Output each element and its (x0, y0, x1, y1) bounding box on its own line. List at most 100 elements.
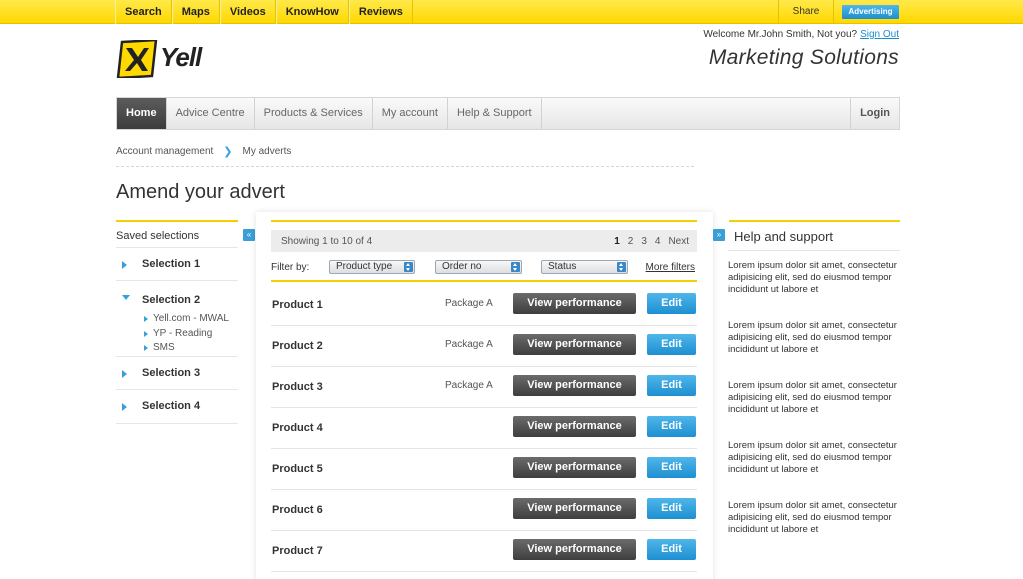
pagination: 1 2 3 4 Next (606, 236, 689, 247)
product-name: Product 7 (272, 545, 323, 557)
edit-button[interactable]: Edit (647, 334, 696, 355)
product-name: Product 6 (272, 504, 323, 516)
sub-item[interactable]: SMS (142, 342, 238, 357)
divider (729, 220, 900, 222)
welcome-text: Welcome Mr.John Smith, Not you? (703, 29, 858, 40)
utility-link-maps[interactable]: Maps (171, 0, 220, 24)
edit-button[interactable]: Edit (647, 539, 696, 560)
page-2[interactable]: 2 (628, 236, 634, 247)
filter-label: Filter by: (271, 262, 310, 273)
nav-products-services[interactable]: Products & Services (255, 98, 373, 129)
selection-label: Selection 1 (142, 258, 201, 270)
expand-help-button[interactable]: » (713, 229, 725, 241)
view-performance-button[interactable]: View performance (513, 498, 636, 519)
next-page-link[interactable]: Next (668, 236, 689, 247)
view-performance-button[interactable]: View performance (513, 293, 636, 314)
utility-link-search[interactable]: Search (115, 0, 172, 24)
product-name: Product 1 (272, 299, 323, 311)
selection-label: Selection 4 (142, 400, 201, 412)
site-title: Marketing Solutions (708, 46, 899, 69)
utility-link-videos[interactable]: Videos (219, 0, 276, 24)
saved-selections-panel: Saved selections Selection 1 Selection 2… (116, 220, 238, 424)
expand-arrow-icon (122, 261, 127, 269)
select-value: Order no (442, 261, 482, 272)
nav-advice-centre[interactable]: Advice Centre (167, 98, 255, 129)
help-content: Lorem ipsum dolor sit amet, consectetur … (728, 250, 900, 551)
view-performance-button[interactable]: View performance (513, 539, 636, 560)
divider (271, 220, 697, 222)
edit-button[interactable]: Edit (647, 498, 696, 519)
sub-item[interactable]: Yell.com - MWAL (142, 313, 238, 328)
page-3[interactable]: 3 (641, 236, 647, 247)
table-row: Product 6 View performance Edit (271, 490, 697, 531)
edit-button[interactable]: Edit (647, 457, 696, 478)
help-paragraph: Lorem ipsum dolor sit amet, consectetur … (728, 320, 897, 356)
adverts-panel: Showing 1 to 10 of 4 1 2 3 4 Next Filter… (256, 212, 713, 579)
selection-item-4[interactable]: Selection 4 (116, 390, 238, 424)
logo-wordmark: Yell (160, 42, 202, 72)
view-performance-button[interactable]: View performance (513, 334, 636, 355)
collapse-arrow-icon (122, 295, 130, 300)
table-row: Product 5 View performance Edit (271, 449, 697, 490)
breadcrumb: Account management ❯ My adverts (116, 145, 694, 167)
sub-item[interactable]: YP - Reading (142, 328, 238, 343)
selection-item-3[interactable]: Selection 3 (116, 357, 238, 390)
chevron-right-icon: ❯ (223, 146, 233, 158)
help-paragraph: Lorem ipsum dolor sit amet, consectetur … (728, 440, 897, 476)
view-performance-button[interactable]: View performance (513, 375, 636, 396)
selection-label: Selection 2 (142, 294, 201, 306)
expand-arrow-icon (122, 370, 127, 378)
utility-links: Search Maps Videos KnowHow Reviews (115, 0, 413, 24)
order-no-select[interactable]: Order no (435, 260, 522, 274)
product-name: Product 5 (272, 463, 323, 475)
help-paragraph: Lorem ipsum dolor sit amet, consectetur … (728, 500, 897, 536)
yell-logo[interactable]: Yell (116, 40, 216, 78)
table-row: Product 1 Package A View performance Edi… (271, 285, 697, 326)
collapse-sidebar-button[interactable]: « (243, 229, 255, 241)
edit-button[interactable]: Edit (647, 416, 696, 437)
page-4[interactable]: 4 (655, 236, 661, 247)
nav-my-account[interactable]: My account (373, 98, 448, 129)
sign-out-link[interactable]: Sign Out (860, 29, 899, 40)
view-performance-button[interactable]: View performance (513, 457, 636, 478)
utility-link-knowhow[interactable]: KnowHow (275, 0, 349, 24)
selection-label: Selection 3 (142, 367, 201, 379)
breadcrumb-my-adverts: My adverts (242, 146, 292, 157)
nav-home[interactable]: Home (117, 98, 167, 129)
table-row: Product 4 View performance Edit (271, 408, 697, 449)
package-label: Package A (445, 298, 493, 309)
advertising-button[interactable]: Advertising (842, 5, 899, 19)
page-title: Amend your advert (116, 181, 285, 203)
product-name: Product 2 (272, 340, 323, 352)
page-1[interactable]: 1 (614, 236, 620, 247)
saved-selections-title: Saved selections (116, 220, 238, 248)
login-button[interactable]: Login (850, 98, 899, 129)
product-list: Product 1 Package A View performance Edi… (271, 285, 697, 572)
edit-button[interactable]: Edit (647, 293, 696, 314)
product-type-select[interactable]: Product type (329, 260, 415, 274)
help-paragraph: Lorem ipsum dolor sit amet, consectetur … (728, 380, 897, 416)
package-label: Package A (445, 380, 493, 391)
utility-link-reviews[interactable]: Reviews (348, 0, 413, 24)
table-row: Product 3 Package A View performance Edi… (271, 367, 697, 408)
expand-arrow-icon (122, 403, 127, 411)
selection-item-1[interactable]: Selection 1 (116, 248, 238, 281)
results-count: Showing 1 to 10 of 4 (281, 236, 373, 247)
table-row: Product 2 Package A View performance Edi… (271, 326, 697, 367)
yell-logo-icon (116, 40, 158, 78)
edit-button[interactable]: Edit (647, 375, 696, 396)
selection-sublist: Yell.com - MWAL YP - Reading SMS (142, 313, 238, 357)
help-title: Help and support (734, 229, 834, 244)
status-select[interactable]: Status (541, 260, 628, 274)
select-arrows-icon (511, 262, 520, 272)
view-performance-button[interactable]: View performance (513, 416, 636, 437)
more-filters-link[interactable]: More filters (646, 262, 695, 273)
breadcrumb-account-management[interactable]: Account management (116, 146, 213, 157)
package-label: Package A (445, 339, 493, 350)
filter-row: Filter by: Product type Order no Status … (271, 260, 697, 282)
select-arrows-icon (617, 262, 626, 272)
selection-item-2[interactable]: Selection 2 Yell.com - MWAL YP - Reading… (116, 281, 238, 357)
share-link[interactable]: Share (778, 0, 834, 24)
nav-help-support[interactable]: Help & Support (448, 98, 542, 129)
results-bar: Showing 1 to 10 of 4 1 2 3 4 Next (271, 230, 697, 252)
